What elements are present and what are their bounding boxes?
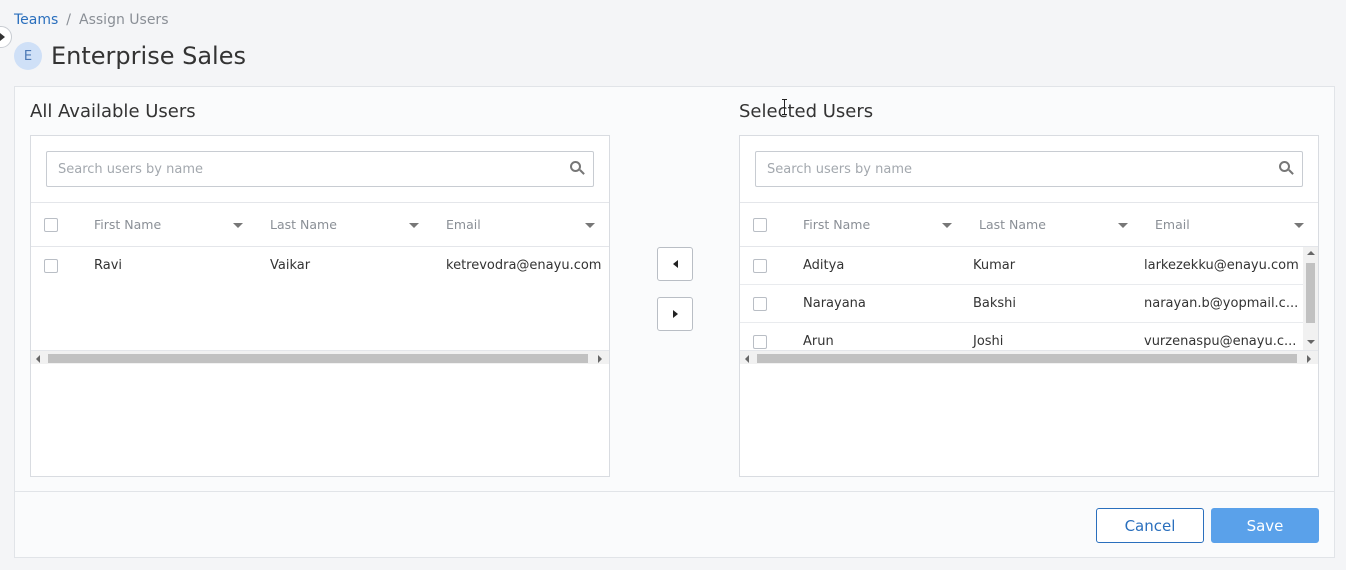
cell-first-name: Arun	[803, 334, 834, 349]
column-header-first-name[interactable]: First Name	[94, 217, 161, 232]
cell-first-name: Narayana	[803, 296, 866, 311]
selected-users-panel: First Name Last Name Email Aditya Kumar …	[739, 135, 1319, 477]
form-footer: Cancel Save	[15, 491, 1334, 557]
scroll-up-icon[interactable]	[1307, 251, 1315, 255]
column-header-email[interactable]: Email	[1155, 217, 1190, 232]
select-all-checkbox[interactable]	[44, 218, 58, 232]
breadcrumb-separator: /	[66, 12, 72, 28]
scrollbar-thumb[interactable]	[1306, 263, 1315, 323]
scroll-right-icon[interactable]	[598, 355, 602, 363]
row-checkbox[interactable]	[753, 259, 767, 273]
cell-last-name: Vaikar	[270, 258, 311, 273]
grid-header: First Name Last Name Email	[740, 203, 1318, 247]
sort-caret-icon[interactable]	[942, 223, 952, 228]
caret-left-icon	[672, 260, 678, 268]
row-checkbox[interactable]	[753, 297, 767, 311]
cell-email: narayan.b@yopmail.c...	[1144, 296, 1299, 311]
sort-caret-icon[interactable]	[1294, 223, 1304, 228]
cell-last-name: Kumar	[973, 258, 1016, 273]
move-to-available-button[interactable]	[657, 247, 693, 281]
sort-caret-icon[interactable]	[409, 223, 419, 228]
save-button[interactable]: Save	[1211, 508, 1319, 543]
selected-users-title: Selected Users	[739, 101, 874, 122]
selected-search-box	[755, 151, 1303, 187]
cell-email: ketrevodra@enayu.com	[446, 258, 602, 273]
column-header-email[interactable]: Email	[446, 217, 481, 232]
scroll-down-icon[interactable]	[1307, 340, 1315, 344]
cell-first-name: Aditya	[803, 258, 845, 273]
cell-first-name: Ravi	[94, 258, 123, 273]
scroll-left-icon[interactable]	[745, 355, 749, 363]
move-to-selected-button[interactable]	[657, 297, 693, 331]
row-checkbox[interactable]	[753, 335, 767, 349]
chevron-right-icon	[0, 33, 5, 41]
page-title: Enterprise Sales	[51, 42, 246, 70]
select-all-checkbox[interactable]	[753, 218, 767, 232]
horizontal-scrollbar[interactable]	[31, 350, 609, 364]
grid-header: First Name Last Name Email	[31, 203, 609, 247]
row-checkbox[interactable]	[44, 259, 58, 273]
search-icon[interactable]	[563, 154, 593, 184]
cell-last-name: Joshi	[973, 334, 1004, 349]
column-header-first-name[interactable]: First Name	[803, 217, 870, 232]
available-search-box	[46, 151, 594, 187]
cancel-button[interactable]: Cancel	[1096, 508, 1204, 543]
scroll-right-icon[interactable]	[1307, 355, 1311, 363]
scrollbar-thumb[interactable]	[757, 354, 1297, 363]
team-avatar: E	[14, 42, 42, 70]
scrollbar-thumb[interactable]	[48, 354, 588, 363]
available-users-panel: First Name Last Name Email Ravi Vaikar k…	[30, 135, 610, 477]
breadcrumb-teams-link[interactable]: Teams	[14, 12, 58, 28]
sort-caret-icon[interactable]	[233, 223, 243, 228]
sort-caret-icon[interactable]	[585, 223, 595, 228]
page-header: E Enterprise Sales	[14, 42, 246, 70]
search-icon[interactable]	[1272, 154, 1302, 184]
caret-right-icon	[672, 310, 678, 318]
available-users-grid: First Name Last Name Email Ravi Vaikar k…	[31, 202, 609, 364]
available-users-title: All Available Users	[30, 101, 196, 122]
vertical-scrollbar[interactable]	[1303, 247, 1318, 350]
breadcrumb-current: Assign Users	[79, 12, 169, 28]
available-search-input[interactable]	[58, 161, 563, 177]
horizontal-scrollbar[interactable]	[740, 350, 1318, 364]
table-row[interactable]: Ravi Vaikar ketrevodra@enayu.com	[31, 247, 609, 285]
assign-users-card: All Available Users First Name Last Name…	[14, 86, 1335, 558]
table-row[interactable]: Aditya Kumar larkezekku@enayu.com	[740, 247, 1318, 285]
text-cursor-icon	[782, 99, 788, 115]
cell-email: larkezekku@enayu.com	[1144, 258, 1299, 273]
cell-email: vurzenaspu@enayu.c...	[1144, 334, 1297, 349]
sort-caret-icon[interactable]	[1118, 223, 1128, 228]
selected-users-grid: First Name Last Name Email Aditya Kumar …	[740, 202, 1318, 364]
table-row[interactable]: Narayana Bakshi narayan.b@yopmail.c...	[740, 285, 1318, 323]
cell-last-name: Bakshi	[973, 296, 1017, 311]
breadcrumb: Teams / Assign Users	[14, 12, 168, 28]
selected-search-input[interactable]	[767, 161, 1272, 177]
sidebar-expand-toggle[interactable]	[0, 26, 12, 48]
column-header-last-name[interactable]: Last Name	[270, 217, 337, 232]
scroll-left-icon[interactable]	[36, 355, 40, 363]
column-header-last-name[interactable]: Last Name	[979, 217, 1046, 232]
